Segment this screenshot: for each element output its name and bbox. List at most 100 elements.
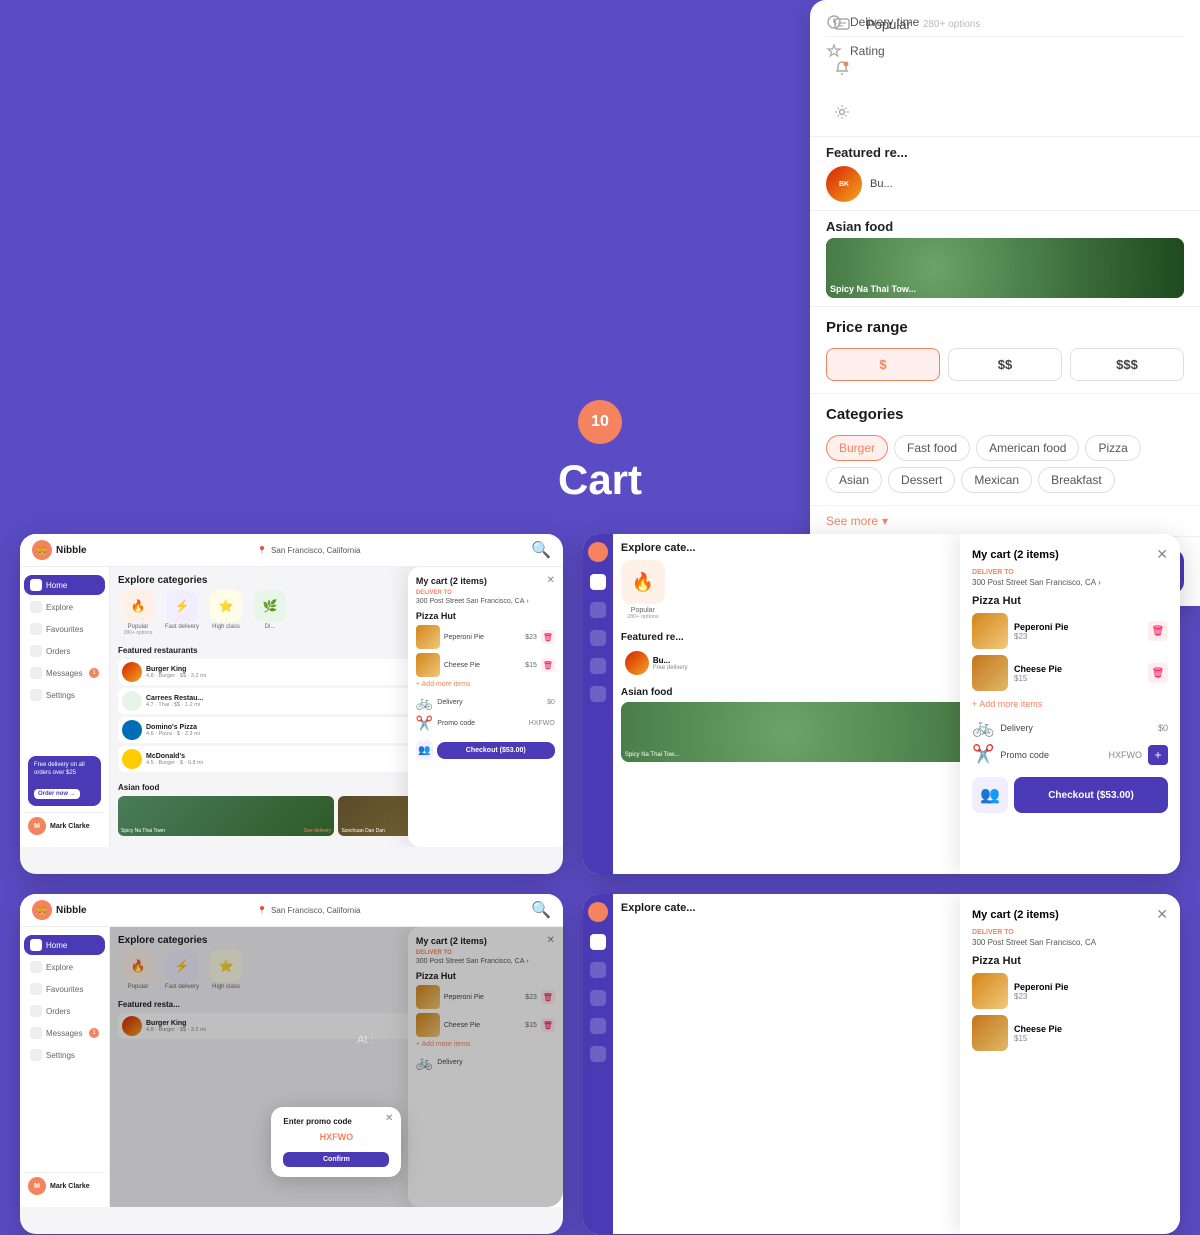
sidebar-settings-br[interactable] xyxy=(590,1046,606,1062)
sidebar-fav-br[interactable] xyxy=(590,990,606,1006)
large-cart-main-content: Explore cate... 🔥 Popular 280+ options F… xyxy=(613,534,1180,874)
price-btn-high[interactable]: $$$ xyxy=(1070,348,1184,381)
large-cart-count: (2 items) xyxy=(1014,549,1059,561)
sidebar-explore-bl[interactable]: Explore xyxy=(24,957,105,977)
sidebar-orders-br[interactable] xyxy=(590,1018,606,1034)
sidebar-explore-icon[interactable] xyxy=(590,602,606,618)
cart-overlay-title: My cart (2 items) xyxy=(416,576,487,586)
sidebar-fav-bl[interactable]: Favourites xyxy=(24,979,105,999)
sidebar-fav-icon[interactable] xyxy=(590,630,606,646)
fav-label-bl: Favourites xyxy=(46,985,83,994)
large-cart-body: Explore cate... 🔥 Popular 280+ options F… xyxy=(583,534,1180,874)
nibble-dot-bl: 🍔 xyxy=(32,900,52,920)
br-peperoni-price: $23 xyxy=(1014,992,1168,1001)
location-pin-bl: 📍 xyxy=(257,906,267,915)
add-more-link[interactable]: + Add more items xyxy=(416,681,555,688)
sidebar-item-settings[interactable]: Settings xyxy=(24,685,105,705)
sidebar-item-favourites[interactable]: Favourites xyxy=(24,619,105,639)
orders-label: Orders xyxy=(46,647,70,656)
home-label: Home xyxy=(46,581,67,590)
promo-banner-btn[interactable]: Order now → xyxy=(34,789,80,799)
search-icon[interactable]: 🔍 xyxy=(531,540,551,560)
confirm-btn[interactable]: Confirm xyxy=(283,1152,389,1167)
large-add-more[interactable]: + Add more items xyxy=(972,699,1168,709)
messages-icon-bl xyxy=(30,1027,42,1039)
price-btn-low[interactable]: $ xyxy=(826,348,940,381)
cheese-delete-btn[interactable]: 🗑 xyxy=(541,658,555,672)
settings-label: Settings xyxy=(46,691,75,700)
app-sidebar-bl: Home Explore Favourites Orders xyxy=(20,927,110,1207)
carrers-logo xyxy=(122,691,142,711)
sidebar-item-orders[interactable]: Orders xyxy=(24,641,105,661)
sidebar-orders-icon[interactable] xyxy=(590,658,606,674)
peperoni-name: Peperoni Pie xyxy=(444,634,521,641)
user-name: Mark Clarke xyxy=(50,823,90,830)
large-addr-chevron: › xyxy=(1098,578,1101,587)
br-cart-header: My cart (2 items) ✕ xyxy=(972,906,1168,923)
bk-logo-mini xyxy=(122,662,142,682)
large-promo-label: Promo code xyxy=(1000,750,1049,760)
large-cart-item-1: Peperoni Pie $23 🗑 xyxy=(972,613,1168,649)
cart-badge-count: 10 xyxy=(591,413,609,431)
large-delivery-price: $0 xyxy=(1158,723,1168,733)
deliver-to-label: DELIVER TO xyxy=(416,590,555,596)
high-class-icon: ⭐ xyxy=(210,590,242,622)
delete-icon-2: 🗑 xyxy=(1152,668,1165,679)
sidebar-burger-icon xyxy=(588,542,608,562)
br-cheese-img xyxy=(972,1015,1008,1051)
messages-label-bl: Messages xyxy=(46,1029,82,1038)
delete-icon-1: 🗑 xyxy=(1152,626,1165,637)
sidebar-home-br[interactable] xyxy=(590,934,606,950)
app-body-bl: Home Explore Favourites Orders xyxy=(20,927,563,1207)
restaurant-info: Bu... xyxy=(870,178,893,190)
cart-close-btn[interactable]: ✕ xyxy=(546,575,554,586)
peperoni-delete-btn[interactable]: 🗑 xyxy=(541,630,555,644)
sidebar-home-bl[interactable]: Home xyxy=(24,935,105,955)
checkout-btn[interactable]: Checkout ($53.00) xyxy=(437,742,555,759)
cheese-name: Cheese Pie xyxy=(444,662,521,669)
large-checkout-btn[interactable]: Checkout ($53.00) xyxy=(1014,777,1168,813)
promo-code-display: HXFWO xyxy=(283,1132,389,1142)
messages-badge-bl: 1 xyxy=(89,1028,99,1038)
di-label: Di... xyxy=(250,624,290,630)
filter-asian-strip: Asian food Spicy Na Thai Tow... xyxy=(810,211,1200,307)
peperoni-price: $23 xyxy=(525,634,537,641)
sidebar-messages-bl[interactable]: Messages 1 xyxy=(24,1023,105,1043)
app-window-left: 🍔 Nibble 📍 San Francisco, California 🔍 xyxy=(20,534,563,874)
sidebar-orders-bl[interactable]: Orders xyxy=(24,1001,105,1021)
cat-fast-delivery: ⚡ Fast delivery xyxy=(162,590,202,636)
sidebar-settings-icon[interactable] xyxy=(590,686,606,702)
large-cart-close[interactable]: ✕ xyxy=(1156,546,1168,563)
sidebar-home-icon[interactable] xyxy=(590,574,606,590)
sidebar-explore-br[interactable] xyxy=(590,962,606,978)
settings-label-bl: Settings xyxy=(46,1051,75,1060)
large-deliver-to: DELIVER TO xyxy=(972,569,1168,576)
large-cheese-delete[interactable]: 🗑 xyxy=(1148,663,1168,683)
large-group-btn[interactable]: 👥 xyxy=(972,777,1008,813)
filter-featured-strip: Featured re... BK Bu... xyxy=(810,137,1200,211)
cart-restaurant-name: Pizza Hut xyxy=(416,611,555,621)
large-promo-plus[interactable]: + xyxy=(1148,745,1168,765)
topbar-center-bl: 📍 San Francisco, California xyxy=(257,906,360,915)
group-order-icon[interactable]: 👥 xyxy=(416,740,433,760)
sidebar-item-messages[interactable]: Messages 1 xyxy=(24,663,105,683)
orders-icon xyxy=(30,645,42,657)
br-deliver-to: DELIVER TO xyxy=(972,929,1168,936)
large-cart-title: My cart (2 items) xyxy=(972,549,1059,561)
app-logo: 🍔 Nibble xyxy=(32,540,87,560)
large-peperoni-name: Peperoni Pie xyxy=(1014,622,1142,632)
br-cart-close[interactable]: ✕ xyxy=(1156,906,1168,923)
br-cheese-price: $15 xyxy=(1014,1034,1168,1043)
cart-overlay: My cart (2 items) ✕ DELIVER TO 300 Post … xyxy=(408,567,563,847)
sidebar-item-home[interactable]: Home xyxy=(24,575,105,595)
sidebar-settings-bl[interactable]: Settings xyxy=(24,1045,105,1065)
spicy-thai-label: Spicy Na Thai Town xyxy=(121,828,165,834)
large-promo-row: ✂️ Promo code HXFWO + xyxy=(972,744,1168,765)
search-icon-bl[interactable]: 🔍 xyxy=(531,900,551,920)
orders-icon-bl xyxy=(30,1005,42,1017)
promo-modal-close[interactable]: ✕ xyxy=(385,1113,393,1124)
delivery-time-label: Delivery time xyxy=(850,15,919,29)
price-btn-mid[interactable]: $$ xyxy=(948,348,1062,381)
large-peperoni-delete[interactable]: 🗑 xyxy=(1148,621,1168,641)
sidebar-item-explore[interactable]: Explore xyxy=(24,597,105,617)
